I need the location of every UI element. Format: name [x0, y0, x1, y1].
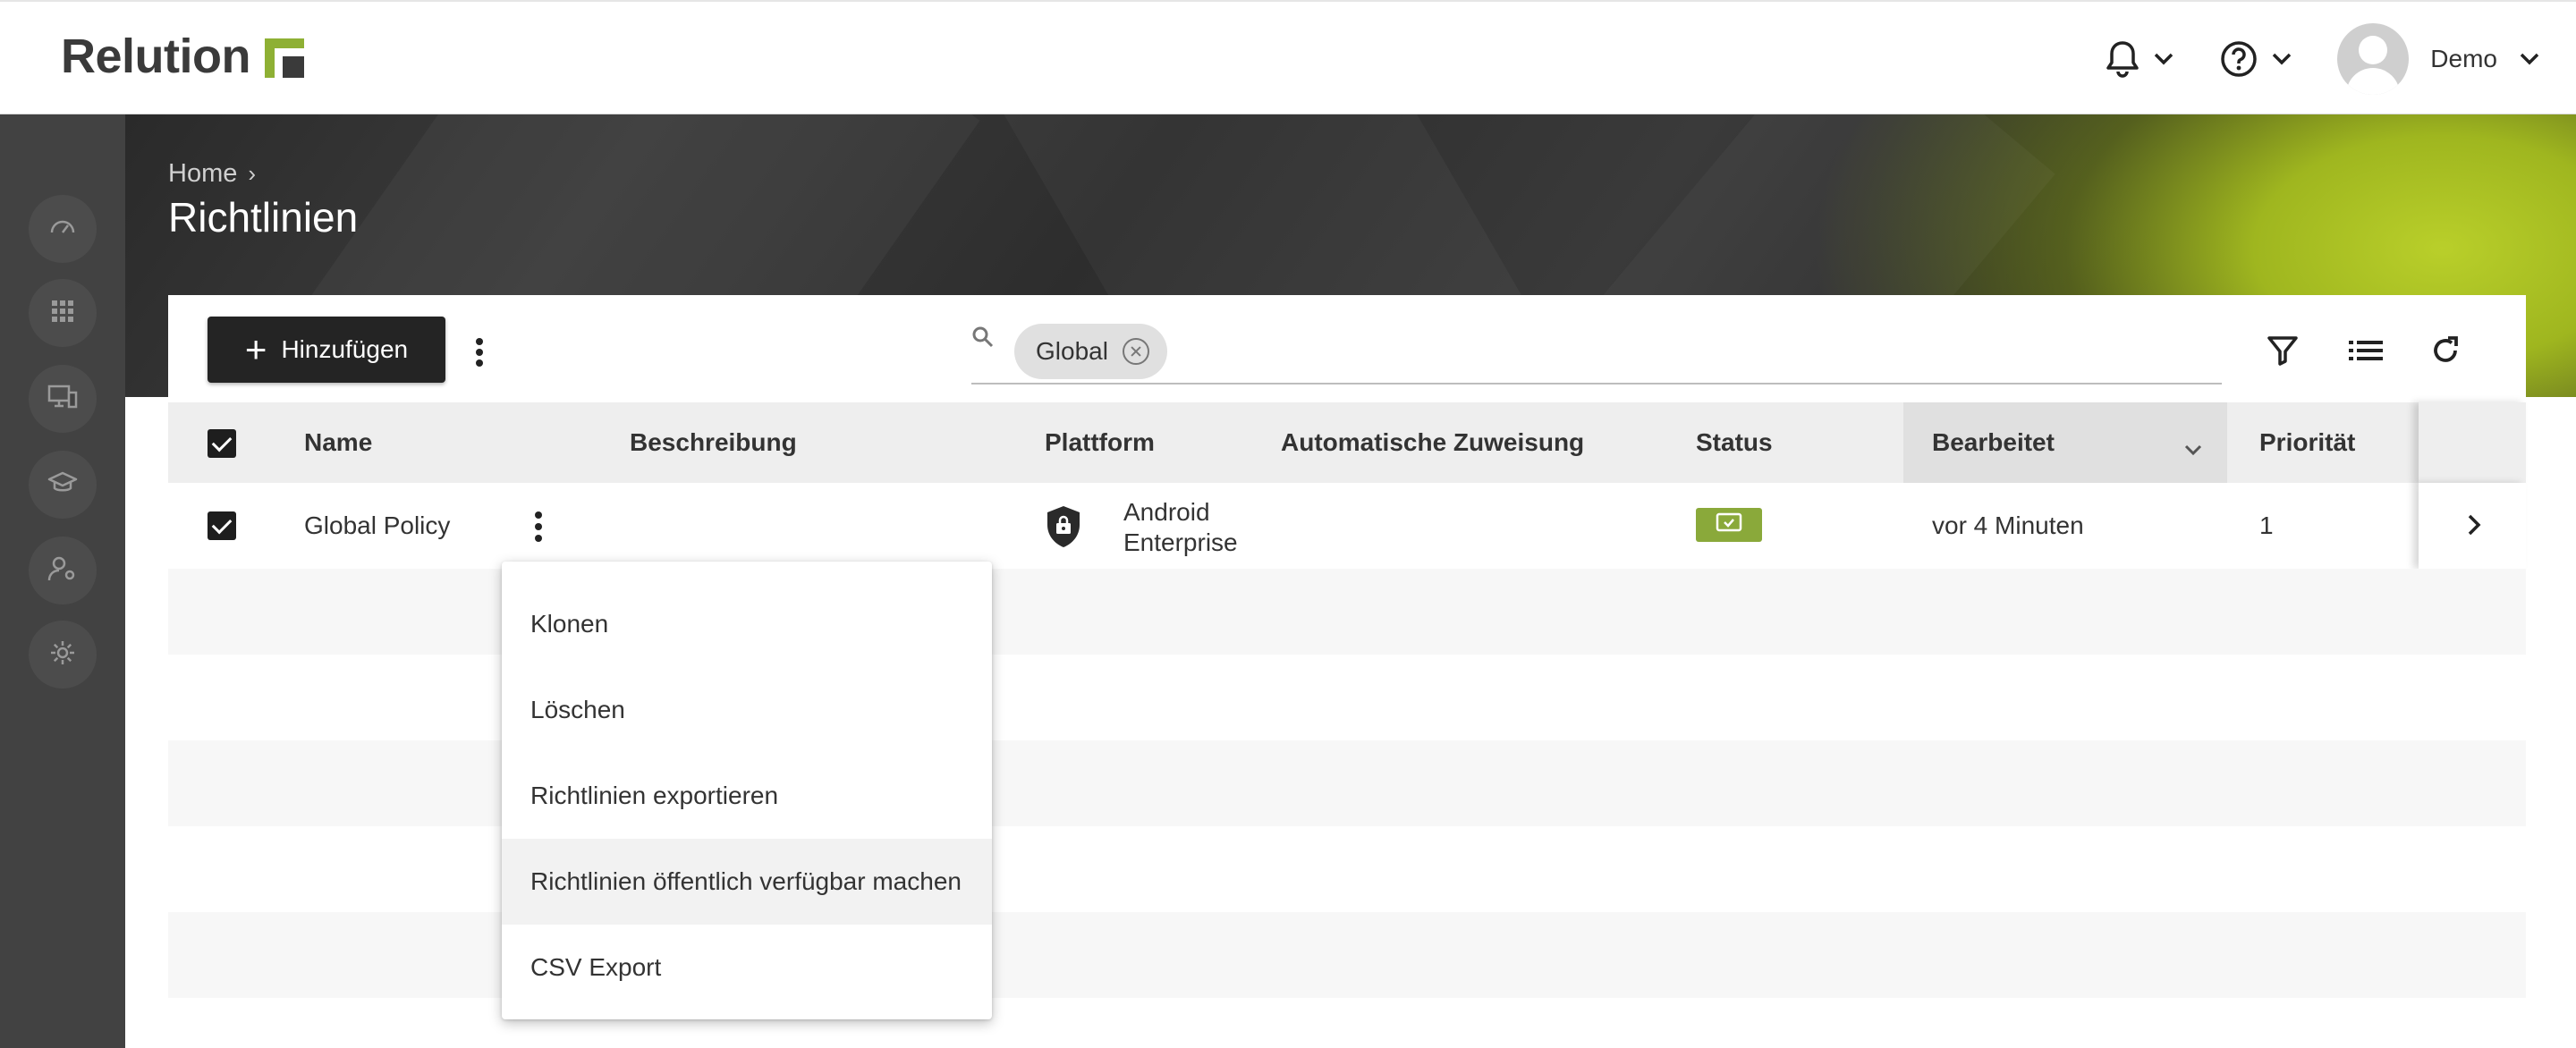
logo-mark-icon — [264, 38, 304, 78]
devices-icon — [47, 384, 78, 415]
user-settings-icon — [47, 555, 78, 587]
breadcrumb-separator: › — [248, 160, 257, 187]
menu-item-export[interactable]: Richtlinien exportieren — [502, 753, 992, 839]
avatar — [2337, 23, 2410, 95]
sidebar-item-education[interactable] — [29, 451, 97, 519]
notifications-button[interactable] — [2105, 39, 2174, 79]
row-checkbox[interactable] — [208, 511, 236, 540]
row-open-button[interactable] — [2419, 483, 2526, 569]
question-circle-icon — [2219, 39, 2258, 79]
cell-platform: Android Enterprise — [1123, 497, 1238, 558]
sidebar-item-settings[interactable] — [29, 621, 97, 689]
help-button[interactable] — [2219, 39, 2292, 79]
column-header-prioritat[interactable]: Priorität — [2259, 402, 2355, 483]
table-row[interactable]: Global Policy Android Enterprise vor 4 M… — [168, 483, 2526, 569]
filter-chip-label: Global — [1036, 337, 1108, 365]
top-bar: Relution Demo — [0, 0, 2576, 114]
chip-remove-icon[interactable] — [1122, 338, 1149, 365]
toolbar: + Hinzufügen Global — [168, 295, 2526, 402]
cell-edited: vor 4 Minuten — [1932, 511, 2084, 539]
search-icon — [971, 325, 995, 353]
android-enterprise-shield-icon — [1045, 504, 1082, 555]
bell-icon — [2105, 39, 2140, 79]
cell-priority: 1 — [2259, 511, 2274, 539]
breadcrumb: Home › — [168, 159, 256, 189]
page-title: Richtlinien — [168, 194, 359, 241]
table-header: Name Beschreibung Plattform Automatische… — [168, 402, 2526, 483]
plus-icon: + — [244, 328, 267, 370]
status-badge — [1696, 508, 1762, 542]
relution-logo[interactable]: Relution — [61, 29, 304, 84]
settings-gear-icon — [48, 638, 77, 672]
apps-grid-icon — [50, 299, 75, 328]
refresh-icon[interactable] — [2429, 334, 2462, 371]
filter-chip-global: Global — [1014, 324, 1167, 379]
sidebar-item-apps[interactable] — [29, 279, 97, 347]
education-cap-icon — [47, 470, 78, 500]
select-all-checkbox[interactable] — [208, 429, 236, 458]
sort-chevron-down-icon — [2184, 435, 2202, 463]
device-check-icon — [1715, 512, 1743, 538]
user-name: Demo — [2430, 45, 2497, 72]
search-input[interactable]: Global — [971, 313, 2222, 385]
chevron-down-icon — [2271, 52, 2292, 66]
chevron-right-icon — [2467, 513, 2481, 541]
add-button-label: Hinzufügen — [281, 335, 409, 363]
column-header-bearbeitet[interactable]: Bearbeitet — [1903, 402, 2227, 483]
sidebar-item-devices[interactable] — [29, 365, 97, 433]
list-view-icon[interactable] — [2349, 334, 2383, 371]
breadcrumb-home[interactable]: Home — [168, 159, 237, 189]
column-header-automatische-zuweisung[interactable]: Automatische Zuweisung — [1281, 402, 1584, 483]
dashboard-gauge-icon — [48, 213, 77, 246]
column-header-status[interactable]: Status — [1696, 402, 1773, 483]
menu-item-csv-export[interactable]: CSV Export — [502, 925, 992, 1010]
row-context-menu: Klonen Löschen Richtlinien exportieren R… — [502, 562, 992, 1019]
cell-name: Global Policy — [304, 511, 451, 539]
menu-item-publish[interactable]: Richtlinien öffentlich verfügbar machen — [502, 839, 992, 925]
sidebar-item-dashboard[interactable] — [29, 195, 97, 263]
sidebar — [0, 114, 125, 1048]
chevron-down-icon — [2519, 52, 2540, 66]
column-header-plattform[interactable]: Plattform — [1045, 402, 1155, 483]
sidebar-item-users[interactable] — [29, 537, 97, 604]
row-more-button[interactable] — [533, 511, 544, 542]
sticky-header-cell — [2419, 402, 2526, 483]
column-header-bearbeitet-label: Bearbeitet — [1932, 428, 2055, 456]
menu-item-klonen[interactable]: Klonen — [502, 581, 992, 667]
chevron-down-icon — [2153, 52, 2174, 66]
top-actions: Demo — [2060, 2, 2540, 116]
cell-platform-line1: Android — [1123, 498, 1210, 526]
column-header-beschreibung[interactable]: Beschreibung — [630, 402, 797, 483]
menu-item-loeschen[interactable]: Löschen — [502, 667, 992, 753]
user-menu-button[interactable]: Demo — [2337, 23, 2540, 95]
cell-platform-line2: Enterprise — [1123, 528, 1238, 556]
filter-icon[interactable] — [2267, 334, 2299, 371]
column-header-name[interactable]: Name — [304, 402, 372, 483]
logo-text: Relution — [61, 30, 250, 83]
toolbar-more-button[interactable] — [474, 338, 485, 367]
add-button[interactable]: + Hinzufügen — [208, 317, 445, 383]
